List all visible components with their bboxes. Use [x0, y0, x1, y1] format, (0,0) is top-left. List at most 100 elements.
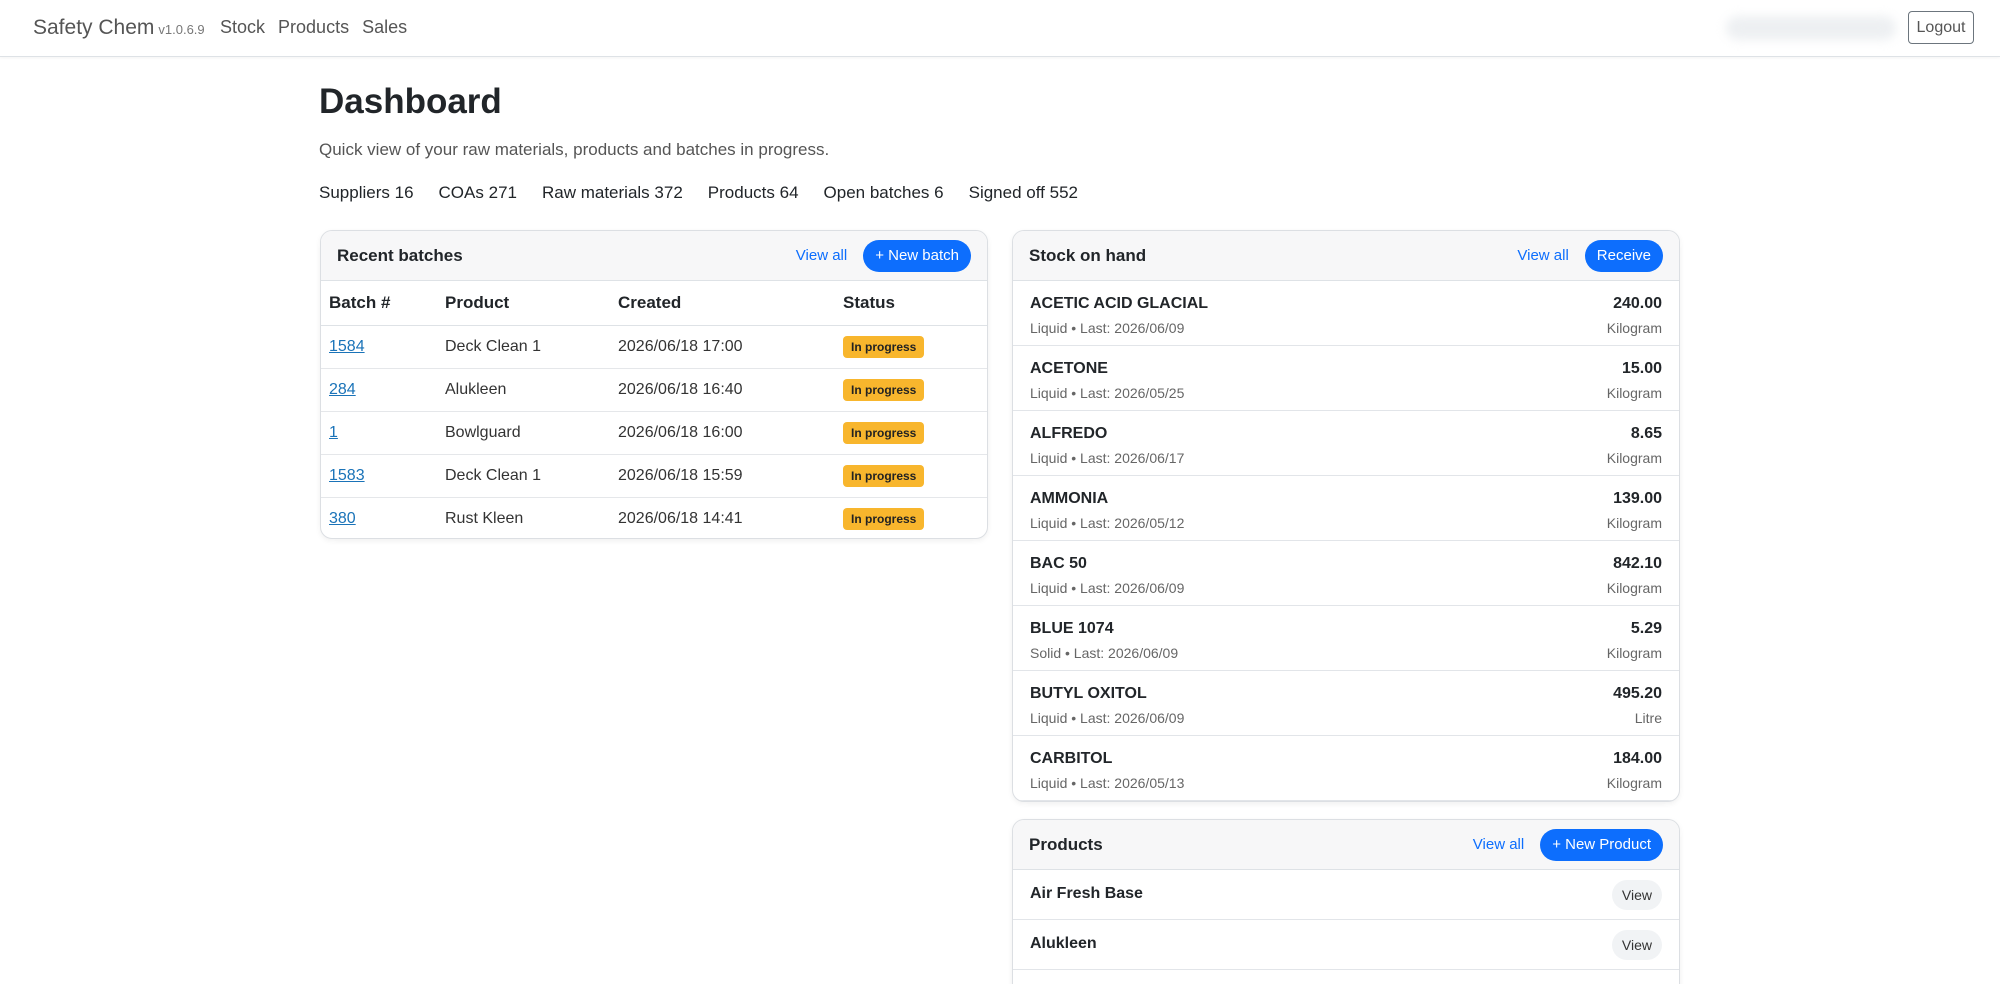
col-batch: Batch #: [321, 281, 437, 326]
recent-batches-header: Recent batches View all + New batch: [321, 231, 987, 281]
stock-unit: Kilogram: [1606, 775, 1662, 791]
batches-table: Batch # Product Created Status 1584 Deck…: [321, 281, 987, 538]
nav-links: Stock Products Sales: [220, 17, 407, 38]
list-item[interactable]: AMMONIA Liquid • Last: 2026/05/12 139.00…: [1013, 476, 1679, 541]
batch-product: Rust Kleen: [445, 509, 524, 527]
view-product-button[interactable]: View: [1611, 880, 1662, 910]
stock-unit: Kilogram: [1606, 450, 1662, 466]
table-row: 1 Bowlguard 2026/06/18 16:00 In progress: [321, 411, 987, 455]
batch-created: 2026/06/18 15:59: [610, 454, 835, 498]
stock-name: ACETIC ACID GLACIAL: [1030, 295, 1209, 312]
stock-meta: Liquid • Last: 2026/06/09: [1030, 580, 1185, 596]
top-navbar: Safety Chem v1.0.6.9 Stock Products Sales…: [0, 0, 2000, 57]
stock-title: Stock on hand: [1029, 245, 1147, 265]
recent-batches-title: Recent batches: [337, 245, 463, 265]
stock-qty: 15.00: [1621, 360, 1662, 377]
products-card: Products View all + New Product Air Fres…: [1012, 819, 1680, 984]
stock-unit: Kilogram: [1606, 385, 1662, 401]
new-batch-button[interactable]: + New batch: [863, 239, 971, 272]
view-product-button[interactable]: View: [1611, 930, 1662, 960]
batch-link[interactable]: 284: [329, 381, 356, 398]
product-name: Alukleen: [1030, 935, 1097, 952]
list-item[interactable]: ACETIC ACID GLACIAL Liquid • Last: 2026/…: [1013, 281, 1679, 346]
stock-qty: 240.00: [1613, 295, 1662, 312]
list-item: Air Fresh Base View: [1013, 870, 1679, 920]
status-badge: In progress: [843, 421, 925, 444]
stock-name: AMMONIA: [1030, 490, 1109, 507]
stock-meta: Liquid • Last: 2026/05/12: [1030, 515, 1185, 531]
logout-button[interactable]: Logout: [1908, 11, 1974, 44]
batches-view-all-link[interactable]: View all: [796, 247, 847, 264]
stock-qty: 495.20: [1613, 685, 1662, 702]
nav-link-products[interactable]: Products: [278, 17, 349, 38]
stock-unit: Litre: [1634, 710, 1662, 726]
products-header: Products View all + New Product: [1013, 820, 1679, 870]
stat-products: Products 64: [707, 183, 799, 202]
nav-link-stock[interactable]: Stock: [220, 17, 265, 38]
stat-suppliers: Suppliers 16: [319, 183, 414, 202]
stock-meta: Liquid • Last: 2026/06/09: [1030, 710, 1185, 726]
table-row: 284 Alukleen 2026/06/18 16:40 In progres…: [321, 368, 987, 412]
batch-created: 2026/06/18 16:40: [610, 368, 835, 412]
stats-bar: Suppliers 16 COAs 271 Raw materials 372 …: [319, 183, 1078, 203]
list-item[interactable]: BAC 50 Liquid • Last: 2026/06/09 842.10 …: [1013, 541, 1679, 606]
stock-meta: Liquid • Last: 2026/05/25: [1030, 385, 1185, 401]
page-title: Dashboard: [319, 82, 502, 121]
list-item[interactable]: ACETONE Liquid • Last: 2026/05/25 15.00 …: [1013, 346, 1679, 411]
batch-link[interactable]: 1: [329, 424, 338, 441]
stock-list: ACETIC ACID GLACIAL Liquid • Last: 2026/…: [1013, 281, 1679, 801]
version-label: v1.0.6.9: [158, 22, 205, 37]
stock-view-all-link[interactable]: View all: [1517, 247, 1568, 264]
batch-product: Deck Clean 1: [437, 325, 610, 369]
stock-name: BLUE 1074: [1030, 620, 1114, 637]
list-item[interactable]: CARBITOL Liquid • Last: 2026/05/13 184.0…: [1013, 736, 1679, 801]
col-status: Status: [835, 281, 987, 326]
batch-product: Deck Clean 1: [437, 454, 610, 498]
table-row: 1584 Deck Clean 1 2026/06/18 17:00 In pr…: [321, 325, 987, 369]
batch-link[interactable]: 380: [329, 510, 356, 527]
stock-qty: 184.00: [1613, 750, 1662, 767]
page-subtitle: Quick view of your raw materials, produc…: [319, 140, 830, 159]
stock-name: ACETONE: [1030, 360, 1108, 377]
stat-raw-materials: Raw materials 372: [541, 183, 683, 202]
stock-unit: Kilogram: [1606, 580, 1662, 596]
stock-meta: Liquid • Last: 2026/05/13: [1030, 775, 1185, 791]
receive-button[interactable]: Receive: [1584, 239, 1663, 272]
batch-created: 2026/06/18 16:00: [610, 411, 835, 455]
stat-signed-off: Signed off 552: [968, 183, 1078, 202]
list-item[interactable]: ALFREDO Liquid • Last: 2026/06/17 8.65 K…: [1013, 411, 1679, 476]
table-row: 380 Rust Kleen 2026/06/18 14:41 In progr…: [321, 497, 987, 538]
batch-created: 2026/06/18 17:00: [610, 325, 835, 369]
batch-product: Bowlguard: [437, 411, 610, 455]
stock-name: BAC 50: [1030, 555, 1087, 572]
nav-link-sales[interactable]: Sales: [362, 17, 407, 38]
stock-meta: Liquid • Last: 2026/06/09: [1030, 320, 1185, 336]
stock-qty: 8.65: [1630, 425, 1662, 442]
batch-link[interactable]: 1583: [329, 467, 365, 484]
status-badge: In progress: [843, 335, 925, 358]
col-created: Created: [610, 281, 835, 326]
stock-meta: Liquid • Last: 2026/06/17: [1030, 450, 1185, 466]
products-title: Products: [1029, 834, 1103, 854]
status-badge: In progress: [843, 464, 925, 487]
new-product-button[interactable]: + New Product: [1540, 828, 1663, 861]
stat-open-batches: Open batches 6: [823, 183, 944, 202]
stock-header: Stock on hand View all Receive: [1013, 231, 1679, 281]
list-item[interactable]: BUTYL OXITOL Liquid • Last: 2026/06/09 4…: [1013, 671, 1679, 736]
list-item[interactable]: BLUE 1074 Solid • Last: 2026/06/09 5.29 …: [1013, 606, 1679, 671]
product-name: Air Fresh Base: [1030, 885, 1143, 902]
stock-unit: Kilogram: [1606, 320, 1662, 336]
brand[interactable]: Safety Chem v1.0.6.9: [33, 16, 205, 40]
products-view-all-link[interactable]: View all: [1473, 836, 1524, 853]
stock-unit: Kilogram: [1606, 515, 1662, 531]
stock-name: BUTYL OXITOL: [1030, 685, 1147, 702]
stock-on-hand-card: Stock on hand View all Receive ACETIC AC…: [1012, 230, 1680, 802]
list-item: Alukleen View: [1013, 920, 1679, 970]
list-item: [1013, 970, 1679, 984]
status-badge: In progress: [843, 378, 925, 401]
stock-meta: Solid • Last: 2026/06/09: [1030, 645, 1179, 661]
batch-link[interactable]: 1584: [329, 338, 365, 355]
status-badge: In progress: [843, 507, 925, 530]
stock-name: CARBITOL: [1030, 750, 1113, 767]
user-name-redacted: [1726, 16, 1896, 40]
